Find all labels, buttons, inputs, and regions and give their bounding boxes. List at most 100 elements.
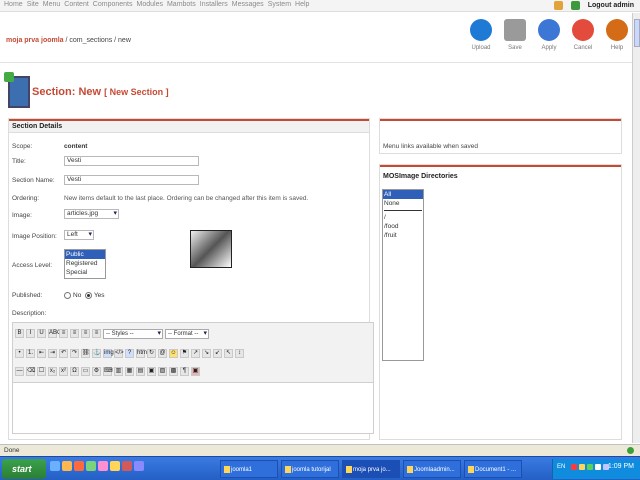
align-left-button[interactable]: ≡ — [59, 329, 68, 338]
published-yes-radio[interactable] — [84, 292, 92, 299]
section-name-input[interactable]: Vesti — [64, 175, 199, 185]
menu-modules[interactable]: Modules — [137, 1, 163, 8]
language-indicator[interactable]: EN — [557, 464, 565, 470]
messages-icon[interactable] — [570, 1, 580, 10]
table-col-button[interactable]: ↙ — [213, 349, 222, 358]
anchor-button[interactable]: ⚓ — [92, 349, 101, 358]
search-replace-button[interactable]: ↻ — [147, 349, 156, 358]
menu-system[interactable]: System — [268, 1, 291, 8]
published-no-radio[interactable] — [64, 292, 71, 299]
italic-button[interactable]: I — [26, 329, 35, 338]
dir-all[interactable]: All — [383, 190, 423, 199]
task-joomla1[interactable]: joomla1 — [220, 460, 278, 478]
print-button[interactable]: ▣ — [191, 367, 200, 376]
special-char-button[interactable]: Ω — [70, 367, 79, 376]
upload-button[interactable]: Upload — [466, 19, 496, 61]
quicklaunch-ie-icon[interactable] — [50, 461, 60, 471]
strikethrough-button[interactable]: ABC — [48, 329, 61, 338]
users-icon[interactable] — [553, 1, 563, 10]
breadcrumb-site[interactable]: moja prva joomla — [6, 37, 64, 44]
access-special[interactable]: Special — [65, 268, 105, 277]
emoticon-button[interactable]: ☺ — [169, 349, 178, 358]
html-button[interactable]: htm — [136, 349, 147, 358]
quicklaunch-firefox-icon[interactable] — [62, 461, 72, 471]
dir-fruit[interactable]: /fruit — [383, 231, 423, 240]
hr-button[interactable]: — — [15, 367, 24, 376]
keyboard-button[interactable]: ⌨ — [103, 367, 113, 376]
styles-select[interactable]: -- Styles -- — [103, 329, 163, 339]
dir-none[interactable]: None — [383, 199, 423, 208]
cell-props-button[interactable]: ▥ — [114, 367, 123, 376]
quicklaunch-app3-icon[interactable] — [122, 461, 132, 471]
insert-col-button[interactable]: ▣ — [147, 367, 156, 376]
table-merge-button[interactable]: ↖ — [224, 349, 233, 358]
subscript-button[interactable]: x₂ — [48, 367, 57, 376]
page-scrollbar[interactable] — [632, 13, 640, 443]
undo-button[interactable]: ↶ — [59, 349, 68, 358]
code-button[interactable]: </> — [114, 349, 124, 358]
title-input[interactable]: Vesti — [64, 156, 199, 166]
save-button[interactable]: Save — [500, 19, 530, 61]
menu-content[interactable]: Content — [64, 1, 89, 8]
apply-button[interactable]: Apply — [534, 19, 564, 61]
underline-button[interactable]: U — [37, 329, 46, 338]
dir-root[interactable]: / — [383, 213, 423, 222]
outdent-button[interactable]: ⇤ — [37, 349, 46, 358]
access-level-list[interactable]: Public Registered Special — [64, 249, 106, 279]
remove-format-button[interactable]: ⌫ — [26, 367, 35, 376]
access-registered[interactable]: Registered — [65, 259, 105, 268]
menu-messages[interactable]: Messages — [232, 1, 264, 8]
align-justify-button[interactable]: ≡ — [92, 329, 101, 338]
help-editor-button[interactable]: ? — [125, 349, 134, 358]
numbered-list-button[interactable]: 1. — [26, 349, 35, 358]
insert-image-button[interactable]: img — [103, 349, 114, 358]
tray-icon-4[interactable] — [595, 464, 601, 470]
indent-button[interactable]: ⇥ — [48, 349, 57, 358]
email-button[interactable]: @ — [158, 349, 167, 358]
paragraph-button[interactable]: ¶ — [180, 367, 189, 376]
quicklaunch-app4-icon[interactable] — [134, 461, 144, 471]
access-public[interactable]: Public — [65, 250, 105, 259]
format-select[interactable]: -- Format -- — [165, 329, 209, 339]
tray-icon-2[interactable] — [579, 464, 585, 470]
dir-food[interactable]: /food — [383, 222, 423, 231]
task-joomla-tutorijal[interactable]: joomla tutorijal — [281, 460, 339, 478]
visual-aid-button[interactable]: ☐ — [37, 367, 46, 376]
menu-mambots[interactable]: Mambots — [167, 1, 196, 8]
quicklaunch-app2-icon[interactable] — [98, 461, 108, 471]
task-document1[interactable]: Document1 - ... — [464, 460, 522, 478]
editor-content-area[interactable] — [13, 383, 373, 433]
table-row-button[interactable]: ↘ — [202, 349, 211, 358]
help-button[interactable]: Help — [602, 19, 632, 61]
table-split-button[interactable]: ↕ — [235, 349, 244, 358]
bullet-list-button[interactable]: • — [15, 349, 24, 358]
quicklaunch-folder-icon[interactable] — [110, 461, 120, 471]
row-props-button[interactable]: ▦ — [125, 367, 134, 376]
redo-button[interactable]: ↷ — [70, 349, 79, 358]
flash-button[interactable]: ⚑ — [180, 349, 189, 358]
menu-site[interactable]: Site — [27, 1, 39, 8]
quicklaunch-app-icon[interactable] — [86, 461, 96, 471]
menu-installers[interactable]: Installers — [200, 1, 228, 8]
task-moja-prva[interactable]: moja prva jo... — [342, 460, 400, 478]
align-right-button[interactable]: ≡ — [81, 329, 90, 338]
menu-home[interactable]: Home — [4, 1, 23, 8]
superscript-button[interactable]: x² — [59, 367, 68, 376]
delete-row-button[interactable]: ▨ — [158, 367, 167, 376]
start-button[interactable]: start — [2, 459, 46, 479]
logout-link[interactable]: Logout admin — [588, 2, 634, 9]
cancel-button[interactable]: Cancel — [568, 19, 598, 61]
link-button[interactable]: ⛓ — [81, 349, 90, 358]
insert-row-button[interactable]: ▤ — [136, 367, 145, 376]
quicklaunch-media-icon[interactable] — [74, 461, 84, 471]
mosimage-directories-list[interactable]: All None / /food /fruit — [382, 189, 424, 361]
tray-icon-3[interactable] — [587, 464, 593, 470]
image-position-select[interactable]: Left — [64, 230, 94, 240]
scrollbar-thumb[interactable] — [634, 19, 640, 47]
delete-col-button[interactable]: ▩ — [169, 367, 178, 376]
table-button[interactable]: ↗ — [191, 349, 200, 358]
bold-button[interactable]: B — [15, 329, 24, 338]
menu-components[interactable]: Components — [93, 1, 133, 8]
align-center-button[interactable]: ≡ — [70, 329, 79, 338]
layer-button[interactable]: ▭ — [81, 367, 90, 376]
